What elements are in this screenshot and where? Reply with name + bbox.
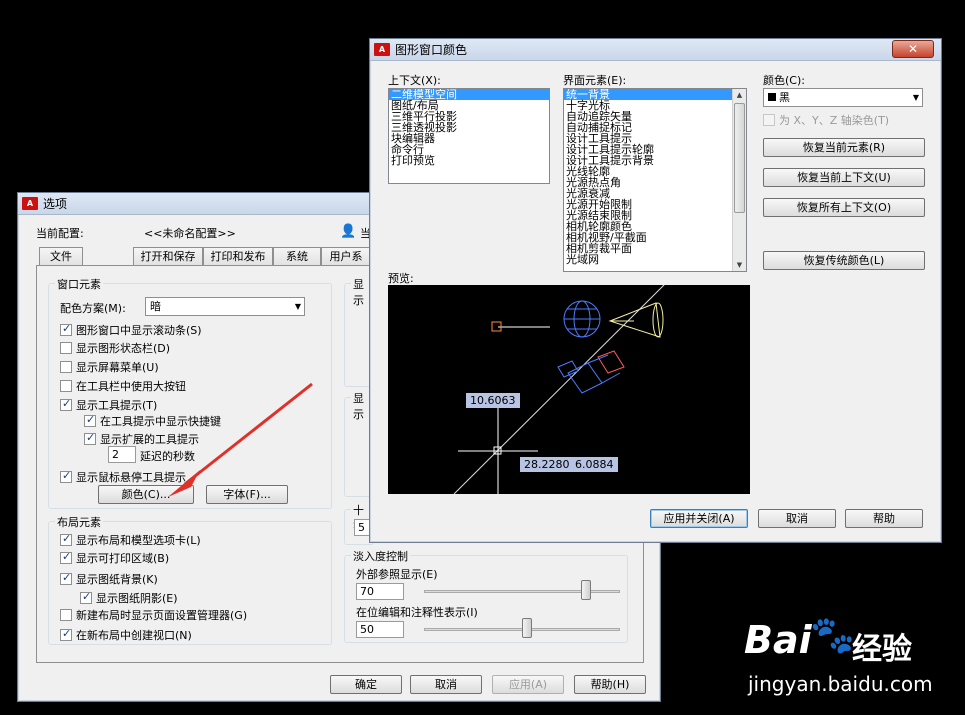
- dimension-label-2: 28.2280: [520, 457, 574, 472]
- watermark-brand-cn: 经验: [852, 632, 912, 667]
- apply-close-button[interactable]: 应用并关闭(A): [650, 509, 748, 528]
- color-help-button[interactable]: 帮助: [845, 509, 923, 528]
- color-cancel-button[interactable]: 取消: [758, 509, 836, 528]
- close-button[interactable]: ✕: [892, 40, 934, 58]
- element-list[interactable]: 统一背景 十字光标 自动追踪矢量 自动捕捉标记 设计工具提示 设计工具提示轮廓 …: [563, 88, 747, 272]
- restore-element-button[interactable]: 恢复当前元素(R): [763, 138, 925, 157]
- chevron-down-icon: ▼: [912, 93, 919, 102]
- preview-canvas: 10.6063 28.2280 6.0884: [388, 270, 750, 495]
- restore-all-button[interactable]: 恢复所有上下文(O): [763, 198, 925, 217]
- element-list-scrollbar[interactable]: ▲ ▼: [732, 89, 746, 271]
- restore-classic-button[interactable]: 恢复传统颜色(L): [763, 251, 925, 270]
- watermark-url: jingyan.baidu.com: [748, 672, 933, 696]
- paw-icon: 🐾: [810, 615, 855, 656]
- color-value: 黑: [779, 91, 790, 104]
- autocad-icon: A: [374, 43, 390, 56]
- check-tint-axes[interactable]: 为 X、Y、Z 轴染色(T): [763, 112, 889, 128]
- baidu-watermark: Bai 🐾 经验 jingyan.baidu.com: [744, 614, 954, 710]
- dimension-label-3: 6.0884: [571, 457, 618, 472]
- list-item[interactable]: 打印预览: [389, 155, 549, 166]
- dimension-label-1: 10.6063: [466, 393, 520, 408]
- color-dialog-titlebar[interactable]: A 图形窗口颜色 ✕: [370, 39, 941, 61]
- watermark-brand: Bai: [744, 618, 812, 662]
- context-label: 上下文(X):: [388, 74, 441, 87]
- scroll-up-icon[interactable]: ▲: [733, 89, 746, 101]
- restore-context-button[interactable]: 恢复当前上下文(U): [763, 168, 925, 187]
- preview-label: 预览:: [388, 272, 414, 285]
- check-label: 为 X、Y、Z 轴染色(T): [779, 114, 890, 127]
- color-swatch-icon: [768, 93, 776, 101]
- checkbox-icon: [763, 114, 775, 126]
- color-select[interactable]: 黑 ▼: [763, 88, 923, 107]
- color-dialog: A 图形窗口颜色 ✕ 上下文(X): 二维模型空间 图纸/布局 三维平行投影 三…: [369, 38, 942, 543]
- element-label: 界面元素(E):: [563, 74, 627, 87]
- scroll-down-icon[interactable]: ▼: [733, 259, 746, 271]
- list-item[interactable]: 光域网: [564, 254, 746, 265]
- color-dialog-title: 图形窗口颜色: [395, 43, 468, 57]
- scroll-thumb[interactable]: [734, 103, 745, 213]
- color-label: 颜色(C):: [763, 74, 805, 87]
- context-list[interactable]: 二维模型空间 图纸/布局 三维平行投影 三维透视投影 块编辑器 命令行 打印预览: [388, 88, 550, 184]
